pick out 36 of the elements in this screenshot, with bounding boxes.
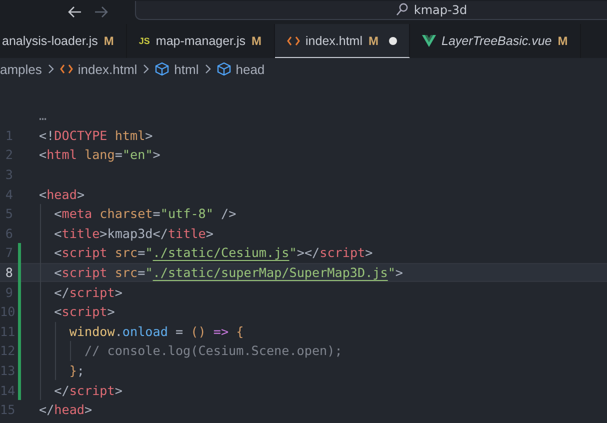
breadcrumb-item[interactable]: html <box>174 62 199 76</box>
code-line: </head> <box>39 402 92 418</box>
breadcrumb-item[interactable]: index.html <box>78 62 138 76</box>
editor-tab[interactable]: analysis-loader.js M <box>0 24 127 58</box>
folded-region-marker[interactable]: … <box>39 108 47 124</box>
breadcrumb-item[interactable]: amples <box>0 62 42 76</box>
js-file-icon: JS <box>138 36 150 46</box>
cube-icon <box>216 62 231 76</box>
code-line: }; <box>68 363 85 378</box>
code-line: <!DOCTYPE html> <box>39 128 153 143</box>
code-line: window.onload = () => { <box>68 324 244 339</box>
code-line: // console.log(Cesium.Scene.open); <box>83 343 342 358</box>
code-line: <script> <box>53 304 115 320</box>
code-line: <title>kmap3d</title> <box>53 226 214 241</box>
breadcrumb-item[interactable]: head <box>236 62 265 76</box>
code-line: <script src="./static/superMap/SuperMap3D.js"> <box>53 265 404 280</box>
search-field[interactable]: kmap-3d <box>135 0 607 20</box>
chevron-icon <box>48 64 54 74</box>
code-line: <head> <box>39 186 85 202</box>
v-logo-icon <box>422 35 436 47</box>
code-line: </script> <box>53 284 122 300</box>
chevron-icon <box>143 64 150 74</box>
forward-arrow-icon[interactable] <box>94 6 108 18</box>
back-arrow-icon[interactable] <box>68 6 82 18</box>
editor-tab[interactable]: index.html M <box>274 24 410 58</box>
code-line: <meta charset="utf-8" /> <box>53 206 236 222</box>
code-brackets-icon <box>286 36 300 46</box>
cube-icon <box>155 62 170 76</box>
chevron-icon <box>204 64 211 74</box>
code-brackets-icon <box>60 64 73 74</box>
code-line: <script src="./static/Cesium.js"></script> <box>53 245 373 260</box>
line-number: 8 <box>4 265 13 280</box>
code-line: <html lang="en"> <box>39 147 160 162</box>
search-icon <box>396 3 408 16</box>
editor-tab[interactable]: LayerTreeBasic.vue M <box>410 24 581 58</box>
code-line: </script> <box>53 382 122 398</box>
